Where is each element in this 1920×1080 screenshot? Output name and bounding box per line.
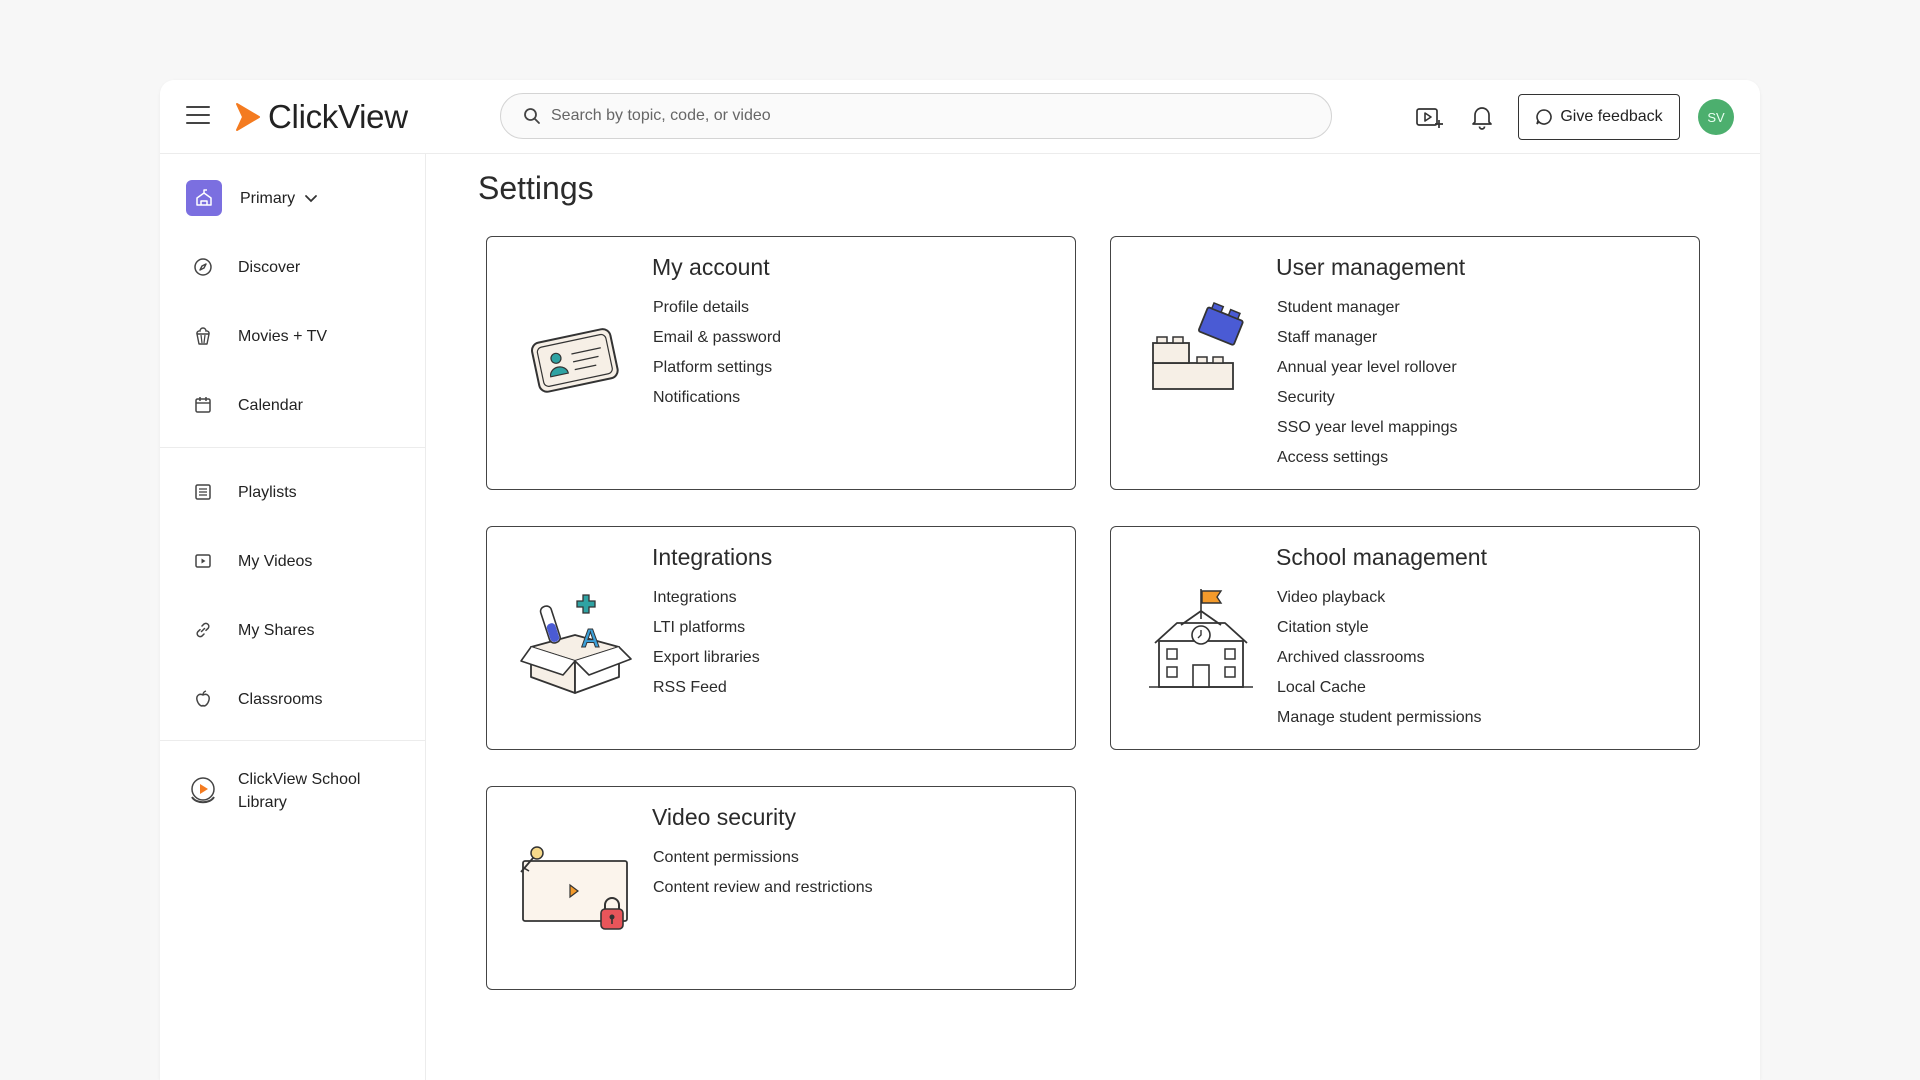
clickview-logo[interactable]: ClickView: [234, 98, 408, 135]
link-manage-student-permissions[interactable]: Manage student permissions: [1277, 703, 1482, 733]
card-title: My account: [652, 254, 770, 280]
card-link-list: Student manager Staff manager Annual yea…: [1277, 293, 1458, 473]
sidebar-divider: [160, 447, 426, 448]
id-card-icon: [517, 301, 637, 421]
play-logo-icon: [236, 103, 260, 131]
search-input[interactable]: [551, 107, 1271, 125]
video-icon: [186, 544, 220, 578]
sidebar-item-discover[interactable]: Discover: [186, 247, 416, 287]
chevron-down-icon: [305, 195, 318, 203]
sidebar-item-label: Primary: [240, 189, 296, 207]
card-my-account[interactable]: My account Profile details Email & passw…: [486, 236, 1076, 490]
link-annual-rollover[interactable]: Annual year level rollover: [1277, 353, 1458, 383]
sidebar-item-label: Playlists: [238, 483, 297, 501]
link-access-settings[interactable]: Access settings: [1277, 443, 1458, 473]
sidebar-item-primary[interactable]: Primary: [186, 178, 416, 218]
link-lti-platforms[interactable]: LTI platforms: [653, 613, 760, 643]
link-email-password[interactable]: Email & password: [653, 323, 781, 353]
sidebar-item-library[interactable]: ClickView School Library: [186, 766, 416, 816]
sidebar-item-movies-tv[interactable]: Movies + TV: [186, 316, 416, 356]
building-blocks-icon: [1141, 301, 1261, 421]
school-building-icon: [1141, 583, 1261, 703]
apple-icon: [186, 682, 220, 716]
chat-bubble-icon: [1536, 109, 1553, 125]
library-logo-icon: [186, 774, 220, 808]
link-icon: [186, 613, 220, 647]
hamburger-menu-icon[interactable]: [186, 106, 210, 126]
link-profile-details[interactable]: Profile details: [653, 293, 781, 323]
library-label-line1: ClickView School: [238, 771, 361, 788]
sidebar-item-label: My Shares: [238, 621, 315, 639]
link-video-playback[interactable]: Video playback: [1277, 583, 1482, 613]
sidebar-item-my-shares[interactable]: My Shares: [186, 610, 416, 650]
card-title: Integrations: [652, 544, 773, 570]
sidebar: Primary Discover Movies + TV Calendar Pl…: [160, 154, 426, 1080]
app-window: ClickView Give feedback SV Primary: [160, 80, 1760, 1080]
svg-text:A: A: [581, 623, 600, 653]
sidebar-item-label: Calendar: [238, 396, 303, 414]
link-content-permissions[interactable]: Content permissions: [653, 843, 873, 873]
library-label: ClickView School Library: [238, 768, 360, 814]
page-title: Settings: [478, 170, 594, 206]
sidebar-item-label: Discover: [238, 258, 301, 276]
link-sso-mappings[interactable]: SSO year level mappings: [1277, 413, 1458, 443]
link-citation-style[interactable]: Citation style: [1277, 613, 1482, 643]
link-archived-classrooms[interactable]: Archived classrooms: [1277, 643, 1482, 673]
card-integrations[interactable]: A Integrations Integrations LTI platform…: [486, 526, 1076, 750]
sidebar-divider: [160, 740, 426, 741]
link-export-libraries[interactable]: Export libraries: [653, 643, 760, 673]
give-feedback-button[interactable]: Give feedback: [1518, 94, 1680, 140]
link-integrations[interactable]: Integrations: [653, 583, 760, 613]
sidebar-item-playlists[interactable]: Playlists: [186, 472, 416, 512]
top-header: ClickView Give feedback SV: [160, 80, 1760, 154]
sidebar-item-my-videos[interactable]: My Videos: [186, 541, 416, 581]
link-platform-settings[interactable]: Platform settings: [653, 353, 781, 383]
integrations-box-icon: A: [517, 583, 637, 703]
sidebar-item-calendar[interactable]: Calendar: [186, 385, 416, 425]
sidebar-item-label: Classrooms: [238, 690, 323, 708]
video-lock-icon: [515, 841, 635, 961]
sidebar-item-label: My Videos: [238, 552, 313, 570]
card-user-management[interactable]: User management Student manager Staff ma…: [1110, 236, 1700, 490]
link-content-review[interactable]: Content review and restrictions: [653, 873, 873, 903]
link-staff-manager[interactable]: Staff manager: [1277, 323, 1458, 353]
bell-icon[interactable]: [1467, 102, 1497, 132]
search-icon: [524, 108, 540, 124]
give-feedback-label: Give feedback: [1560, 108, 1663, 125]
card-video-security[interactable]: Video security Content permissions Conte…: [486, 786, 1076, 990]
card-link-list: Profile details Email & password Platfor…: [653, 293, 781, 413]
card-link-list: Content permissions Content review and r…: [653, 843, 873, 903]
card-link-list: Integrations LTI platforms Export librar…: [653, 583, 760, 703]
card-link-list: Video playback Citation style Archived c…: [1277, 583, 1482, 733]
card-school-management[interactable]: School management Video playback Citatio…: [1110, 526, 1700, 750]
avatar[interactable]: SV: [1698, 99, 1734, 135]
link-notifications[interactable]: Notifications: [653, 383, 781, 413]
avatar-initials: SV: [1707, 109, 1725, 125]
link-security[interactable]: Security: [1277, 383, 1458, 413]
link-local-cache[interactable]: Local Cache: [1277, 673, 1482, 703]
popcorn-icon: [186, 319, 220, 353]
link-rss-feed[interactable]: RSS Feed: [653, 673, 760, 703]
logo-text: ClickView: [268, 98, 408, 135]
search-bar[interactable]: [500, 93, 1332, 139]
library-label-line2: Library: [238, 794, 287, 811]
card-title: User management: [1276, 254, 1466, 280]
compass-icon: [186, 250, 220, 284]
card-title: Video security: [652, 804, 797, 830]
calendar-icon: [186, 388, 220, 422]
sidebar-item-classrooms[interactable]: Classrooms: [186, 679, 416, 719]
link-student-manager[interactable]: Student manager: [1277, 293, 1458, 323]
card-title: School management: [1276, 544, 1487, 570]
playlist-icon: [186, 475, 220, 509]
sidebar-item-label: Movies + TV: [238, 327, 328, 345]
add-video-icon[interactable]: [1414, 102, 1444, 132]
school-icon: [186, 180, 222, 216]
